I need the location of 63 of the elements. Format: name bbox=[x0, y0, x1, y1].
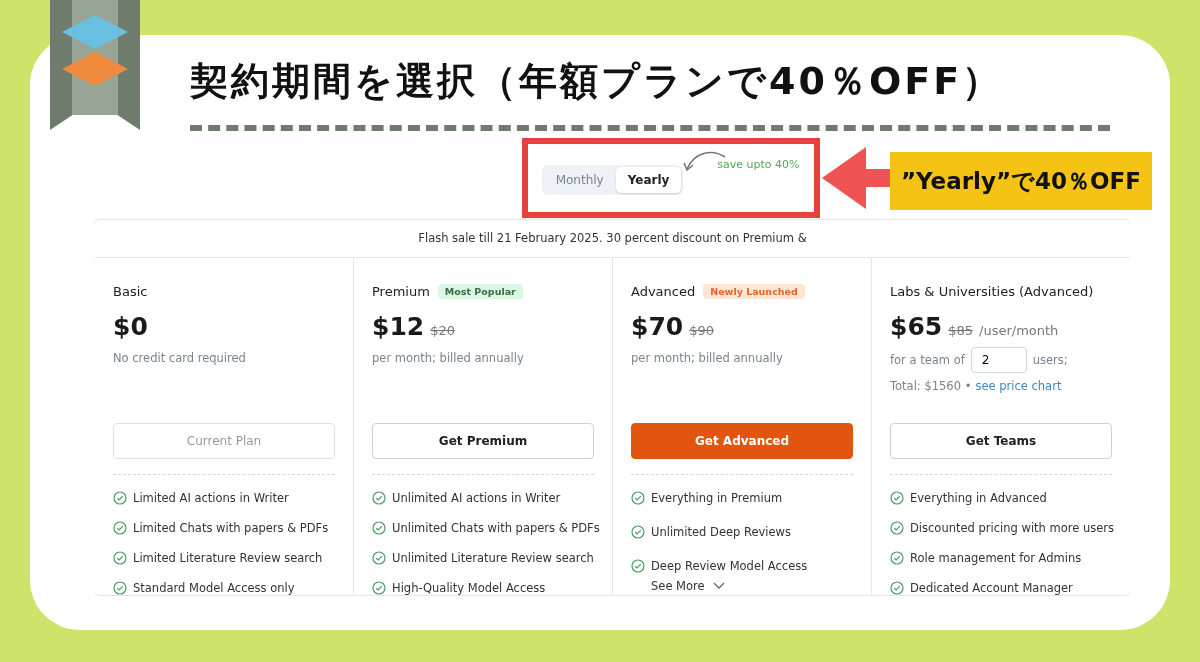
plan-button[interactable]: Get Teams bbox=[890, 423, 1112, 459]
check-circle-icon bbox=[113, 491, 127, 505]
feature-text: Standard Model Access only bbox=[133, 581, 295, 595]
feature-text: Dedicated Account Manager bbox=[910, 581, 1073, 595]
feature-text: Limited Chats with papers & PDFs bbox=[133, 521, 329, 535]
check-circle-icon bbox=[372, 551, 386, 565]
old-price: $90 bbox=[689, 323, 714, 338]
plan-name: Advanced bbox=[631, 283, 696, 299]
team-size-field[interactable]: 2 bbox=[970, 347, 1027, 373]
feature-text: Limited Literature Review search bbox=[133, 551, 323, 565]
check-circle-icon bbox=[890, 521, 904, 535]
see-more-link[interactable]: See More bbox=[651, 579, 725, 593]
savings-note: save upto 40% bbox=[717, 158, 800, 171]
plan-button[interactable]: Get Premium bbox=[372, 423, 594, 459]
arrow-icon bbox=[822, 147, 892, 209]
old-price: $85 bbox=[948, 323, 973, 338]
check-circle-icon bbox=[631, 491, 645, 505]
plan-price: $0 bbox=[113, 312, 148, 341]
plan-price: $12 bbox=[372, 312, 425, 341]
check-circle-icon bbox=[890, 581, 904, 595]
plan-tag: Newly Launched bbox=[703, 283, 805, 299]
callout-label: ”Yearly”で40％OFF bbox=[890, 152, 1152, 210]
check-circle-icon bbox=[113, 551, 127, 565]
check-circle-icon bbox=[372, 521, 386, 535]
feature-text: Unlimited Literature Review search bbox=[392, 551, 594, 565]
team-label: users; bbox=[1032, 353, 1068, 367]
page-title: 契約期間を選択（年額プランで40％OFF） bbox=[190, 57, 1004, 105]
plan-subtitle: No credit card required bbox=[113, 351, 247, 365]
check-circle-icon bbox=[113, 581, 127, 595]
feature-text: Unlimited Chats with papers & PDFs bbox=[392, 521, 600, 535]
price-chart-link[interactable]: see price chart bbox=[975, 379, 1062, 393]
plan-button[interactable]: Get Advanced bbox=[631, 423, 853, 459]
feature-text: Everything in Advanced bbox=[910, 491, 1047, 505]
plan-price: $70 bbox=[631, 312, 684, 341]
plan-name: Labs & Universities (Advanced) bbox=[890, 283, 1094, 299]
plan-price: $65 bbox=[890, 312, 943, 341]
old-price: $20 bbox=[430, 323, 455, 338]
check-circle-icon bbox=[890, 551, 904, 565]
check-circle-icon bbox=[890, 491, 904, 505]
check-circle-icon bbox=[631, 559, 645, 573]
plan-tag: Most Popular bbox=[437, 283, 523, 299]
team-total: Total: $1560 • bbox=[890, 379, 972, 393]
check-circle-icon bbox=[631, 525, 645, 539]
check-circle-icon bbox=[372, 491, 386, 505]
feature-text: Limited AI actions in Writer bbox=[133, 491, 289, 505]
caret-icon bbox=[712, 582, 725, 590]
feature-text: High-Quality Model Access bbox=[392, 581, 546, 595]
feature-text: Discounted pricing with more users bbox=[910, 521, 1115, 535]
plan-name: Basic bbox=[113, 283, 148, 299]
sale-banner: Flash sale till 21 February 2025. 30 percent discount on Premium & bbox=[95, 220, 1130, 258]
feature-text: Unlimited Deep Reviews bbox=[651, 525, 792, 539]
feature-text: Role management for Admins bbox=[910, 551, 1082, 565]
billing-option[interactable]: Yearly bbox=[615, 167, 682, 193]
feature-text: Deep Review Model Access bbox=[651, 559, 808, 573]
plan-subtitle: per month; billed annually bbox=[372, 351, 525, 365]
price-unit: /user/month bbox=[979, 323, 1059, 338]
check-circle-icon bbox=[372, 581, 386, 595]
check-circle-icon bbox=[113, 521, 127, 535]
plan-subtitle: per month; billed annually bbox=[631, 351, 784, 365]
team-label: for a team of bbox=[890, 353, 965, 367]
feature-text: Unlimited AI actions in Writer bbox=[392, 491, 561, 505]
feature-text: Everything in Premium bbox=[651, 491, 783, 505]
plan-name: Premium bbox=[372, 283, 430, 299]
